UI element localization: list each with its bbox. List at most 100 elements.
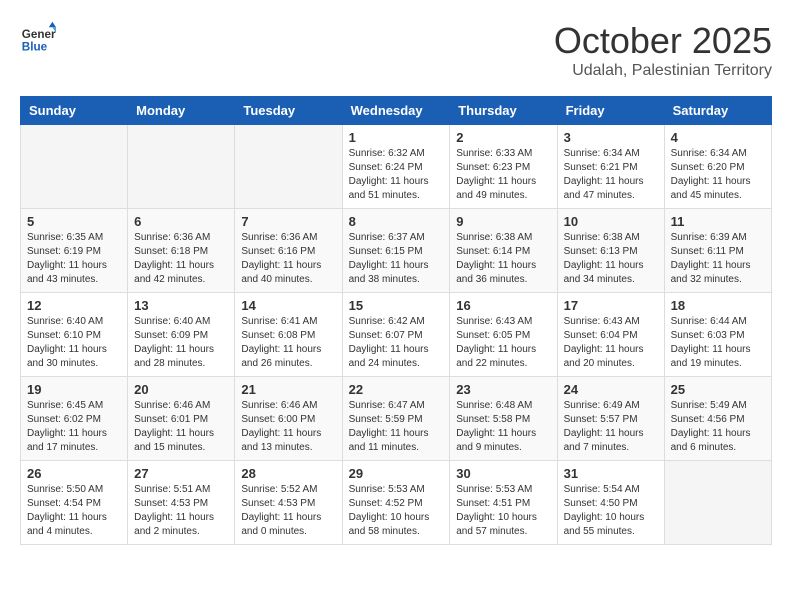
cell-info: Sunrise: 6:48 AM Sunset: 5:58 PM Dayligh…: [456, 399, 550, 455]
calendar-cell: 19 Sunrise: 6:45 AM Sunset: 6:02 PM Dayli…: [21, 377, 128, 461]
day-number: 1: [349, 130, 444, 145]
cell-info: Sunrise: 6:40 AM Sunset: 6:09 PM Dayligh…: [134, 315, 228, 371]
calendar-cell: 31Sunrise: 5:54 AM Sunset: 4:50 PM Dayli…: [557, 461, 664, 545]
cell-info: Sunrise: 6:36 AM Sunset: 6:16 PM Dayligh…: [241, 231, 335, 287]
cell-info: Sunrise: 6:40 AM Sunset: 6:10 PM Dayligh…: [27, 315, 121, 371]
calendar-cell: 23 Sunrise: 6:48 AM Sunset: 5:58 PM Dayli…: [450, 377, 557, 461]
logo-icon: General Blue: [20, 20, 56, 56]
calendar-week-1: 1 Sunrise: 6:32 AM Sunset: 6:24 PM Daylig…: [21, 125, 772, 209]
calendar-cell: [235, 125, 342, 209]
svg-text:Blue: Blue: [22, 41, 48, 54]
cell-info: Sunrise: 6:43 AM Sunset: 6:04 PM Dayligh…: [564, 315, 658, 371]
cell-info: Sunrise: 6:38 AM Sunset: 6:13 PM Dayligh…: [564, 231, 658, 287]
column-header-friday: Friday: [557, 97, 664, 125]
calendar-cell: 25Sunrise: 5:49 AM Sunset: 4:56 PM Dayli…: [664, 377, 771, 461]
calendar-week-5: 26 Sunrise: 5:50 AM Sunset: 4:54 PM Dayli…: [21, 461, 772, 545]
cell-info: Sunrise: 6:45 AM Sunset: 6:02 PM Dayligh…: [27, 399, 121, 455]
cell-info: Sunrise: 5:51 AM Sunset: 4:53 PM Dayligh…: [134, 483, 228, 539]
calendar-week-4: 19 Sunrise: 6:45 AM Sunset: 6:02 PM Dayli…: [21, 377, 772, 461]
column-header-saturday: Saturday: [664, 97, 771, 125]
calendar-cell: 18 Sunrise: 6:44 AM Sunset: 6:03 PM Dayli…: [664, 293, 771, 377]
cell-info: Sunrise: 6:32 AM Sunset: 6:24 PM Dayligh…: [349, 147, 444, 203]
day-number: 30: [456, 466, 550, 481]
page-header: General Blue October 2025 Udalah, Palest…: [20, 20, 772, 80]
calendar-cell: 14Sunrise: 6:41 AM Sunset: 6:08 PM Dayli…: [235, 293, 342, 377]
calendar-header-row: SundayMondayTuesdayWednesdayThursdayFrid…: [21, 97, 772, 125]
calendar-cell: 24 Sunrise: 6:49 AM Sunset: 5:57 PM Dayli…: [557, 377, 664, 461]
day-number: 5: [27, 214, 121, 229]
calendar-cell: 29 Sunrise: 5:53 AM Sunset: 4:52 PM Dayli…: [342, 461, 450, 545]
day-number: 31: [564, 466, 658, 481]
day-number: 11: [671, 214, 765, 229]
column-header-wednesday: Wednesday: [342, 97, 450, 125]
day-number: 8: [349, 214, 444, 229]
cell-info: Sunrise: 6:37 AM Sunset: 6:15 PM Dayligh…: [349, 231, 444, 287]
cell-info: Sunrise: 6:36 AM Sunset: 6:18 PM Dayligh…: [134, 231, 228, 287]
day-number: 13: [134, 298, 228, 313]
calendar-week-2: 5 Sunrise: 6:35 AM Sunset: 6:19 PM Daylig…: [21, 209, 772, 293]
cell-info: Sunrise: 6:42 AM Sunset: 6:07 PM Dayligh…: [349, 315, 444, 371]
day-number: 12: [27, 298, 121, 313]
day-number: 20: [134, 382, 228, 397]
column-header-thursday: Thursday: [450, 97, 557, 125]
calendar-cell: 30Sunrise: 5:53 AM Sunset: 4:51 PM Dayli…: [450, 461, 557, 545]
day-number: 6: [134, 214, 228, 229]
day-number: 24: [564, 382, 658, 397]
day-number: 23: [456, 382, 550, 397]
calendar-cell: 12 Sunrise: 6:40 AM Sunset: 6:10 PM Dayli…: [21, 293, 128, 377]
cell-info: Sunrise: 6:44 AM Sunset: 6:03 PM Dayligh…: [671, 315, 765, 371]
cell-info: Sunrise: 5:53 AM Sunset: 4:52 PM Dayligh…: [349, 483, 444, 539]
cell-info: Sunrise: 6:47 AM Sunset: 5:59 PM Dayligh…: [349, 399, 444, 455]
calendar-cell: 9 Sunrise: 6:38 AM Sunset: 6:14 PM Daylig…: [450, 209, 557, 293]
calendar-cell: [664, 461, 771, 545]
calendar-cell: 11 Sunrise: 6:39 AM Sunset: 6:11 PM Dayli…: [664, 209, 771, 293]
calendar-cell: 5 Sunrise: 6:35 AM Sunset: 6:19 PM Daylig…: [21, 209, 128, 293]
calendar-week-3: 12 Sunrise: 6:40 AM Sunset: 6:10 PM Dayli…: [21, 293, 772, 377]
column-header-monday: Monday: [128, 97, 235, 125]
calendar-cell: 1 Sunrise: 6:32 AM Sunset: 6:24 PM Daylig…: [342, 125, 450, 209]
day-number: 2: [456, 130, 550, 145]
day-number: 26: [27, 466, 121, 481]
cell-info: Sunrise: 6:39 AM Sunset: 6:11 PM Dayligh…: [671, 231, 765, 287]
calendar-cell: 20Sunrise: 6:46 AM Sunset: 6:01 PM Dayli…: [128, 377, 235, 461]
cell-info: Sunrise: 6:43 AM Sunset: 6:05 PM Dayligh…: [456, 315, 550, 371]
calendar-cell: 27 Sunrise: 5:51 AM Sunset: 4:53 PM Dayli…: [128, 461, 235, 545]
day-number: 10: [564, 214, 658, 229]
logo: General Blue: [20, 20, 56, 56]
day-number: 19: [27, 382, 121, 397]
calendar-cell: 3Sunrise: 6:34 AM Sunset: 6:21 PM Daylig…: [557, 125, 664, 209]
day-number: 9: [456, 214, 550, 229]
cell-info: Sunrise: 6:38 AM Sunset: 6:14 PM Dayligh…: [456, 231, 550, 287]
calendar-cell: 16 Sunrise: 6:43 AM Sunset: 6:05 PM Dayli…: [450, 293, 557, 377]
month-title: October 2025: [554, 20, 772, 62]
day-number: 15: [349, 298, 444, 313]
calendar-cell: [21, 125, 128, 209]
svg-text:General: General: [22, 28, 56, 41]
calendar-cell: 6 Sunrise: 6:36 AM Sunset: 6:18 PM Daylig…: [128, 209, 235, 293]
day-number: 18: [671, 298, 765, 313]
day-number: 16: [456, 298, 550, 313]
cell-info: Sunrise: 6:46 AM Sunset: 6:00 PM Dayligh…: [241, 399, 335, 455]
day-number: 27: [134, 466, 228, 481]
calendar-cell: 22 Sunrise: 6:47 AM Sunset: 5:59 PM Dayli…: [342, 377, 450, 461]
cell-info: Sunrise: 6:34 AM Sunset: 6:21 PM Dayligh…: [564, 147, 658, 203]
day-number: 29: [349, 466, 444, 481]
calendar-cell: 10 Sunrise: 6:38 AM Sunset: 6:13 PM Dayli…: [557, 209, 664, 293]
calendar-table: SundayMondayTuesdayWednesdayThursdayFrid…: [20, 96, 772, 545]
calendar-cell: 17 Sunrise: 6:43 AM Sunset: 6:04 PM Dayli…: [557, 293, 664, 377]
calendar-cell: 8 Sunrise: 6:37 AM Sunset: 6:15 PM Daylig…: [342, 209, 450, 293]
title-block: October 2025 Udalah, Palestinian Territo…: [554, 20, 772, 80]
cell-info: Sunrise: 6:35 AM Sunset: 6:19 PM Dayligh…: [27, 231, 121, 287]
day-number: 7: [241, 214, 335, 229]
column-header-tuesday: Tuesday: [235, 97, 342, 125]
calendar-cell: 4 Sunrise: 6:34 AM Sunset: 6:20 PM Daylig…: [664, 125, 771, 209]
day-number: 4: [671, 130, 765, 145]
day-number: 17: [564, 298, 658, 313]
cell-info: Sunrise: 6:49 AM Sunset: 5:57 PM Dayligh…: [564, 399, 658, 455]
calendar-cell: 7 Sunrise: 6:36 AM Sunset: 6:16 PM Daylig…: [235, 209, 342, 293]
cell-info: Sunrise: 5:50 AM Sunset: 4:54 PM Dayligh…: [27, 483, 121, 539]
calendar-cell: 15 Sunrise: 6:42 AM Sunset: 6:07 PM Dayli…: [342, 293, 450, 377]
day-number: 22: [349, 382, 444, 397]
calendar-cell: 13 Sunrise: 6:40 AM Sunset: 6:09 PM Dayli…: [128, 293, 235, 377]
cell-info: Sunrise: 6:34 AM Sunset: 6:20 PM Dayligh…: [671, 147, 765, 203]
